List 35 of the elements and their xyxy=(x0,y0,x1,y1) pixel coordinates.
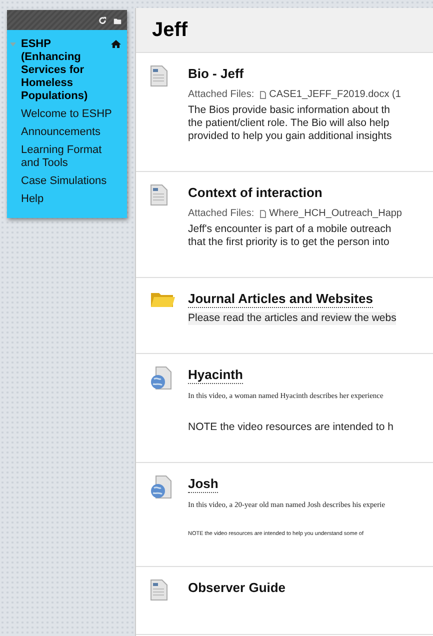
attachment-link[interactable]: CASE1_JEFF_F2019.docx (1 xyxy=(269,89,401,100)
description-text: the patient/client role. The Bio will also help xyxy=(188,117,390,130)
item-title-link[interactable]: Journal Articles and Websites xyxy=(188,291,373,308)
item-title-link[interactable]: Observer Guide xyxy=(188,580,286,596)
menu-item[interactable]: Learning Format and Tools xyxy=(21,144,121,170)
menu-item[interactable]: Help xyxy=(21,193,121,206)
item-title-link[interactable]: Hyacinth xyxy=(188,367,243,384)
attachment-link[interactable]: Where_HCH_Outreach_Happ xyxy=(269,208,402,219)
description-text: Jeff's encounter is part of a mobile outreach xyxy=(188,223,392,236)
course-title[interactable]: ESHP (Enhancing Services for Homeless Populations) xyxy=(21,38,103,103)
menu-item[interactable]: Announcements xyxy=(21,126,121,139)
attachment-label: Attached Files: xyxy=(188,89,254,100)
page-title: Jeff xyxy=(152,18,189,42)
globe-document-icon xyxy=(150,475,172,499)
folder-icon xyxy=(150,290,176,308)
document-icon xyxy=(150,184,168,206)
description-text: that the first priority is to get the person into xyxy=(188,236,390,249)
document-icon xyxy=(150,579,168,601)
attachment-label: Attached Files: xyxy=(188,208,254,219)
description-text: Please read the articles and review the webs xyxy=(188,312,396,325)
menu-item[interactable]: Welcome to ESHP xyxy=(21,108,121,121)
menu-item[interactable]: Case Simulations xyxy=(21,175,121,188)
item-title-link[interactable]: Josh xyxy=(188,476,218,493)
file-icon xyxy=(260,90,266,98)
item-title-link[interactable]: Context of interaction xyxy=(188,185,322,201)
description-text: provided to help you gain additional insights xyxy=(188,130,393,143)
document-icon xyxy=(150,65,168,87)
globe-document-icon xyxy=(150,366,172,390)
file-icon xyxy=(260,210,266,218)
description-text: The Bios provide basic information about th xyxy=(188,104,391,117)
folder-icon[interactable] xyxy=(113,16,122,24)
refresh-icon[interactable] xyxy=(98,16,107,24)
home-icon[interactable] xyxy=(111,39,121,49)
description-text: NOTE the video resources are intended to h xyxy=(188,421,394,434)
item-title-link[interactable]: Bio - Jeff xyxy=(188,66,244,82)
